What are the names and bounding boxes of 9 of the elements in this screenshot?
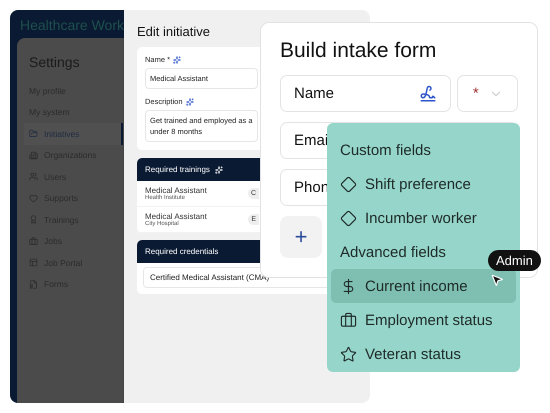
tooltip: Admin	[488, 250, 541, 271]
menu-heading: Custom fields	[340, 142, 431, 158]
form-title: Build intake form	[280, 39, 438, 63]
training-name: Medical Assistant	[145, 212, 207, 221]
page-title: Edit initiative	[137, 24, 211, 39]
section-title: Required trainings	[145, 165, 210, 174]
section-title: Required credentials	[145, 247, 218, 256]
menu-heading: Advanced fields	[340, 244, 446, 260]
training-name: Medical Assistant	[145, 186, 207, 195]
